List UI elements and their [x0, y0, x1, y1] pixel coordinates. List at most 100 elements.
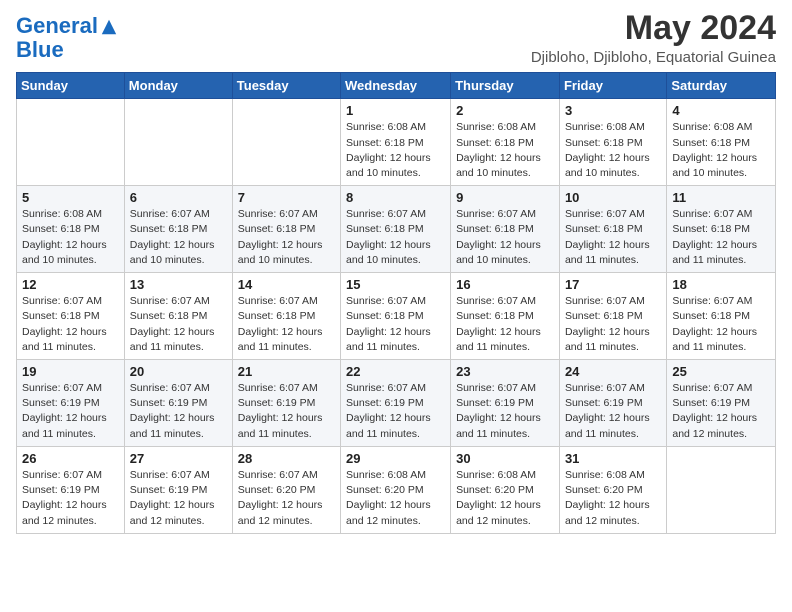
day-info: Sunrise: 6:07 AMSunset: 6:18 PMDaylight:…: [22, 294, 119, 355]
day-info: Sunrise: 6:08 AMSunset: 6:18 PMDaylight:…: [565, 120, 661, 181]
day-info: Sunrise: 6:08 AMSunset: 6:18 PMDaylight:…: [346, 120, 445, 181]
table-row: 6 Sunrise: 6:07 AMSunset: 6:18 PMDaylight…: [124, 186, 232, 273]
day-info: Sunrise: 6:07 AMSunset: 6:18 PMDaylight:…: [565, 207, 661, 268]
header: General Blue May 2024 Djibloho, Djibloho…: [16, 10, 776, 66]
day-number: 25: [672, 364, 770, 379]
day-info: Sunrise: 6:07 AMSunset: 6:19 PMDaylight:…: [22, 381, 119, 442]
header-wednesday: Wednesday: [341, 73, 451, 99]
table-row: 9Sunrise: 6:07 AMSunset: 6:18 PMDaylight…: [451, 186, 560, 273]
day-info: Sunrise: 6:07 AMSunset: 6:19 PMDaylight:…: [130, 381, 227, 442]
calendar-week-row: 12 Sunrise: 6:07 AMSunset: 6:18 PMDayligh…: [17, 273, 776, 360]
calendar-week-row: 5 Sunrise: 6:08 AMSunset: 6:18 PMDaylight…: [17, 186, 776, 273]
table-row: 17Sunrise: 6:07 AMSunset: 6:18 PMDayligh…: [559, 273, 666, 360]
day-info: Sunrise: 6:08 AMSunset: 6:20 PMDaylight:…: [565, 468, 661, 529]
table-row: [17, 99, 125, 186]
day-info: Sunrise: 6:07 AMSunset: 6:18 PMDaylight:…: [672, 294, 770, 355]
title-block: May 2024 Djibloho, Djibloho, Equatorial …: [531, 10, 776, 66]
day-info: Sunrise: 6:07 AMSunset: 6:18 PMDaylight:…: [130, 294, 227, 355]
calendar-week-row: 1 Sunrise: 6:08 AMSunset: 6:18 PMDaylight…: [17, 99, 776, 186]
day-info: Sunrise: 6:07 AMSunset: 6:18 PMDaylight:…: [346, 294, 445, 355]
day-info: Sunrise: 6:08 AMSunset: 6:18 PMDaylight:…: [22, 207, 119, 268]
day-number: 11: [672, 190, 770, 205]
day-info: Sunrise: 6:07 AMSunset: 6:19 PMDaylight:…: [238, 381, 335, 442]
day-info: Sunrise: 6:07 AMSunset: 6:18 PMDaylight:…: [456, 294, 554, 355]
table-row: 16 Sunrise: 6:07 AMSunset: 6:18 PMDayligh…: [451, 273, 560, 360]
day-number: 2: [456, 103, 554, 118]
header-saturday: Saturday: [667, 73, 776, 99]
table-row: 8 Sunrise: 6:07 AMSunset: 6:18 PMDaylight…: [341, 186, 451, 273]
table-row: 20 Sunrise: 6:07 AMSunset: 6:19 PMDayligh…: [124, 360, 232, 447]
calendar: Sunday Monday Tuesday Wednesday Thursday…: [16, 72, 776, 533]
day-number: 8: [346, 190, 445, 205]
table-row: 19Sunrise: 6:07 AMSunset: 6:19 PMDayligh…: [17, 360, 125, 447]
day-number: 10: [565, 190, 661, 205]
table-row: 29 Sunrise: 6:08 AMSunset: 6:20 PMDayligh…: [341, 446, 451, 533]
day-info: Sunrise: 6:07 AMSunset: 6:19 PMDaylight:…: [565, 381, 661, 442]
day-number: 6: [130, 190, 227, 205]
table-row: 22Sunrise: 6:07 AMSunset: 6:19 PMDayligh…: [341, 360, 451, 447]
table-row: 2 Sunrise: 6:08 AMSunset: 6:18 PMDaylight…: [451, 99, 560, 186]
weekday-header-row: Sunday Monday Tuesday Wednesday Thursday…: [17, 73, 776, 99]
table-row: 12 Sunrise: 6:07 AMSunset: 6:18 PMDayligh…: [17, 273, 125, 360]
day-number: 5: [22, 190, 119, 205]
table-row: 13Sunrise: 6:07 AMSunset: 6:18 PMDayligh…: [124, 273, 232, 360]
day-number: 28: [238, 451, 335, 466]
day-number: 18: [672, 277, 770, 292]
day-number: 21: [238, 364, 335, 379]
table-row: 30Sunrise: 6:08 AMSunset: 6:20 PMDayligh…: [451, 446, 560, 533]
day-number: 9: [456, 190, 554, 205]
table-row: 10 Sunrise: 6:07 AMSunset: 6:18 PMDayligh…: [559, 186, 666, 273]
day-info: Sunrise: 6:07 AMSunset: 6:18 PMDaylight:…: [346, 207, 445, 268]
day-number: 22: [346, 364, 445, 379]
location: Djibloho, Djibloho, Equatorial Guinea: [531, 49, 776, 66]
day-number: 20: [130, 364, 227, 379]
table-row: 3 Sunrise: 6:08 AMSunset: 6:18 PMDaylight…: [559, 99, 666, 186]
day-number: 27: [130, 451, 227, 466]
table-row: [667, 446, 776, 533]
day-number: 29: [346, 451, 445, 466]
day-number: 15: [346, 277, 445, 292]
table-row: 25 Sunrise: 6:07 AMSunset: 6:19 PMDayligh…: [667, 360, 776, 447]
day-info: Sunrise: 6:07 AMSunset: 6:18 PMDaylight:…: [238, 294, 335, 355]
day-number: 7: [238, 190, 335, 205]
table-row: [232, 99, 340, 186]
day-number: 16: [456, 277, 554, 292]
day-info: Sunrise: 6:07 AMSunset: 6:18 PMDaylight:…: [238, 207, 335, 268]
table-row: 18 Sunrise: 6:07 AMSunset: 6:18 PMDayligh…: [667, 273, 776, 360]
day-info: Sunrise: 6:08 AMSunset: 6:20 PMDaylight:…: [346, 468, 445, 529]
day-number: 3: [565, 103, 661, 118]
day-info: Sunrise: 6:07 AMSunset: 6:18 PMDaylight:…: [130, 207, 227, 268]
logo-text-line1: General: [16, 14, 98, 38]
calendar-week-row: 19Sunrise: 6:07 AMSunset: 6:19 PMDayligh…: [17, 360, 776, 447]
table-row: 24Sunrise: 6:07 AMSunset: 6:19 PMDayligh…: [559, 360, 666, 447]
day-info: Sunrise: 6:08 AMSunset: 6:18 PMDaylight:…: [456, 120, 554, 181]
day-number: 31: [565, 451, 661, 466]
day-info: Sunrise: 6:07 AMSunset: 6:19 PMDaylight:…: [130, 468, 227, 529]
day-info: Sunrise: 6:07 AMSunset: 6:19 PMDaylight:…: [22, 468, 119, 529]
header-tuesday: Tuesday: [232, 73, 340, 99]
table-row: 15 Sunrise: 6:07 AMSunset: 6:18 PMDayligh…: [341, 273, 451, 360]
page: General Blue May 2024 Djibloho, Djibloho…: [0, 0, 792, 612]
header-monday: Monday: [124, 73, 232, 99]
day-number: 30: [456, 451, 554, 466]
day-info: Sunrise: 6:07 AMSunset: 6:20 PMDaylight:…: [238, 468, 335, 529]
day-info: Sunrise: 6:07 AMSunset: 6:18 PMDaylight:…: [672, 207, 770, 268]
table-row: 4Sunrise: 6:08 AMSunset: 6:18 PMDaylight…: [667, 99, 776, 186]
table-row: 28 Sunrise: 6:07 AMSunset: 6:20 PMDayligh…: [232, 446, 340, 533]
table-row: 11 Sunrise: 6:07 AMSunset: 6:18 PMDayligh…: [667, 186, 776, 273]
header-friday: Friday: [559, 73, 666, 99]
day-number: 17: [565, 277, 661, 292]
day-number: 1: [346, 103, 445, 118]
day-number: 14: [238, 277, 335, 292]
table-row: 27 Sunrise: 6:07 AMSunset: 6:19 PMDayligh…: [124, 446, 232, 533]
day-number: 26: [22, 451, 119, 466]
day-number: 12: [22, 277, 119, 292]
table-row: 1 Sunrise: 6:08 AMSunset: 6:18 PMDaylight…: [341, 99, 451, 186]
table-row: [124, 99, 232, 186]
logo-text-line2: Blue: [16, 38, 118, 62]
logo: General Blue: [16, 14, 118, 62]
logo-icon: [100, 18, 118, 36]
header-sunday: Sunday: [17, 73, 125, 99]
calendar-week-row: 26 Sunrise: 6:07 AMSunset: 6:19 PMDayligh…: [17, 446, 776, 533]
day-info: Sunrise: 6:07 AMSunset: 6:19 PMDaylight:…: [672, 381, 770, 442]
